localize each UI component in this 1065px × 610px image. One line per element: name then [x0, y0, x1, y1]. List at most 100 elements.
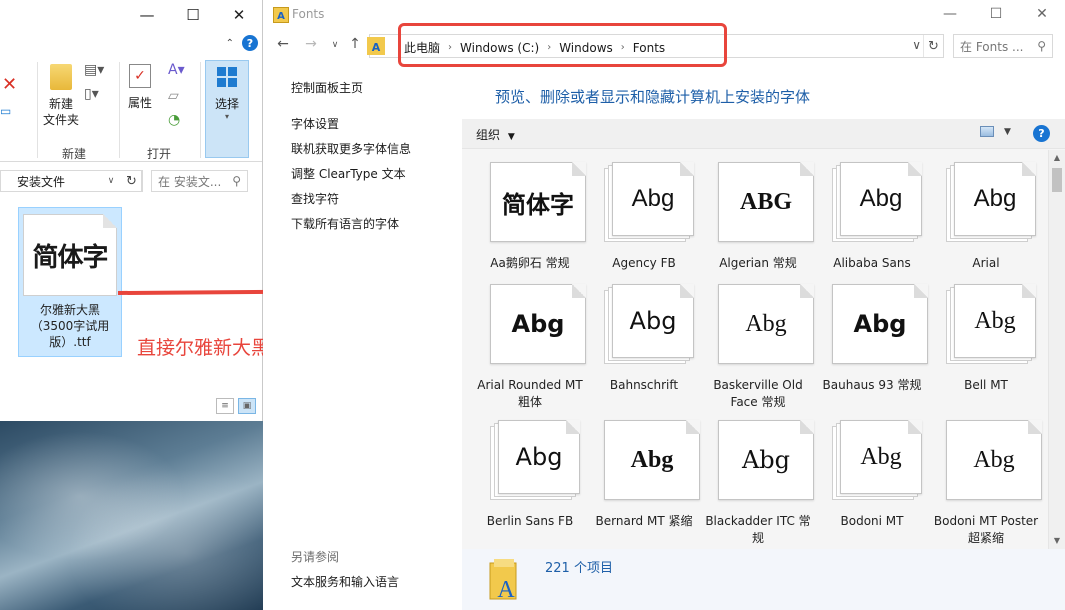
font-item[interactable]: Abg Bernard MT 紧缩 — [590, 420, 700, 530]
font-item[interactable]: Abg Baskerville Old Face 常规 — [704, 284, 814, 411]
new-folder-button[interactable]: 新建 文件夹 — [42, 64, 80, 128]
ribbon: ✕ ▭ 新建 文件夹 ▤▾ ▯▾ 新建 ✓ 属性 A▾ ▱ ◔ 打开 选择 ▾ — [0, 56, 262, 162]
see-also-heading: 另请参阅 — [291, 550, 340, 564]
link-control-panel-home[interactable]: 控制面板主页 — [291, 79, 363, 96]
vertical-scrollbar[interactable]: ▲ ▼ — [1048, 150, 1065, 549]
font-thumbnail: Abg — [946, 162, 1042, 242]
easy-access-button[interactable]: ▯▾ — [84, 86, 99, 102]
close-button[interactable]: ✕ — [1019, 0, 1065, 28]
window-title: Fonts — [292, 7, 325, 21]
back-button[interactable]: ← — [273, 36, 293, 52]
help-icon[interactable]: ? — [1033, 125, 1050, 142]
minimize-button[interactable]: — — [927, 0, 973, 28]
font-sheet: 简体字 — [490, 162, 586, 242]
font-item[interactable]: Abg Alibaba Sans — [818, 162, 926, 272]
chevron-down-icon[interactable]: ∨ — [912, 38, 921, 52]
font-item[interactable]: Abg Berlin Sans FB — [476, 420, 584, 530]
scroll-up-icon[interactable]: ▲ — [1049, 150, 1065, 166]
font-sample-text: Abg — [629, 307, 677, 335]
font-name-label: Alibaba Sans — [833, 256, 911, 270]
minimize-button[interactable]: — — [124, 0, 170, 30]
edit-button[interactable]: ▱ — [168, 88, 179, 104]
ribbon-separator — [37, 62, 38, 158]
font-name-label: Bodoni MT — [840, 514, 904, 528]
font-item[interactable]: Abg Bodoni MT Poster 超紧缩 — [932, 420, 1042, 547]
up-button[interactable]: ↑ — [345, 36, 365, 52]
folder-icon — [50, 64, 72, 90]
font-item[interactable]: Abg Bodoni MT — [818, 420, 926, 530]
forward-button[interactable]: → — [301, 36, 321, 52]
open-button[interactable]: A▾ — [168, 62, 185, 78]
details-view-icon[interactable]: ≡ — [216, 398, 234, 414]
font-item[interactable]: Abg Bahnschrift — [590, 284, 698, 394]
font-sample-text: Abg — [745, 310, 787, 337]
select-button[interactable]: 选择 ▾ — [205, 60, 249, 158]
font-sample-text: Abg — [973, 446, 1015, 473]
font-item[interactable]: Abg Blackadder ITC 常规 — [704, 420, 814, 547]
scroll-down-icon[interactable]: ▼ — [1049, 533, 1065, 549]
font-name-label: Berlin Sans FB — [486, 514, 574, 528]
font-item[interactable]: Abg Bauhaus 93 常规 — [818, 284, 928, 394]
scrollbar-thumb[interactable] — [1052, 168, 1062, 192]
link-download-all-fonts[interactable]: 下载所有语言的字体 — [291, 215, 399, 232]
recent-locations-icon[interactable]: ∨ — [325, 40, 345, 50]
font-item[interactable]: Abg Bell MT — [932, 284, 1040, 394]
organize-button[interactable]: 组织 ▼ — [476, 126, 515, 143]
left-refresh-button[interactable]: ↻ — [121, 170, 143, 192]
search-input[interactable]: 在 Fonts ... ⚲ — [953, 34, 1053, 58]
fonts-folder-icon: A — [273, 7, 289, 23]
font-sample-text: Abg — [631, 185, 675, 212]
font-name-label: Bodoni MT Poster 超紧缩 — [933, 514, 1039, 545]
font-item[interactable]: ABG Algerian 常规 — [704, 162, 814, 272]
fonts-window: A Fonts — ☐ ✕ ← → ∨ ↑ A 此电脑 › Windows (C… — [263, 0, 1065, 610]
easy-access-icon: ▯▾ — [84, 86, 99, 102]
left-search-input[interactable]: 在 安装文... ⚲ — [151, 170, 248, 192]
left-search-placeholder: 在 安装文... — [158, 174, 222, 189]
font-name-label: Bauhaus 93 常规 — [822, 378, 922, 392]
view-icon — [980, 126, 994, 137]
close-button[interactable]: ✕ — [216, 0, 262, 30]
font-sheet: Abg — [612, 162, 694, 236]
dropdown-arrow-icon: ▾ — [224, 112, 229, 121]
font-sample-text: Abg — [974, 307, 1016, 334]
font-item[interactable]: Abg Arial — [932, 162, 1040, 272]
delete-button[interactable]: ✕ — [2, 74, 17, 95]
font-thumbnail: ABG — [718, 162, 814, 242]
ttf-file-item[interactable]: 简体字 尔雅新大黑（3500字试用版）.ttf — [18, 207, 122, 357]
large-icons-view-icon[interactable]: ▣ — [238, 398, 256, 414]
address-highlight-box — [398, 23, 727, 67]
link-text-services[interactable]: 文本服务和输入语言 — [291, 573, 399, 590]
maximize-button[interactable]: ☐ — [170, 0, 216, 30]
refresh-button[interactable]: ↻ — [923, 35, 943, 57]
dropdown-arrow-icon: ▼ — [507, 132, 515, 142]
font-sheet: Abg — [954, 162, 1036, 236]
font-sheet: ABG — [718, 162, 814, 242]
font-thumbnail: Abg — [832, 162, 928, 242]
history-button[interactable]: ◔ — [168, 112, 180, 128]
desktop-wallpaper — [0, 420, 265, 610]
new-item-button[interactable]: ▤▾ — [84, 62, 104, 78]
help-icon[interactable]: ? — [242, 35, 258, 51]
properties-button[interactable]: ✓ 属性 — [128, 64, 152, 111]
toolbar: 组织 ▼ ▼ ? — [462, 119, 1065, 149]
font-item[interactable]: 简体字 Aa鹅卵石 常规 — [476, 162, 586, 272]
chevron-down-icon[interactable]: ∨ — [103, 176, 119, 186]
collapse-ribbon-icon[interactable]: ⌃ — [226, 38, 234, 49]
font-name-label: Blackadder ITC 常规 — [705, 514, 811, 545]
font-list-pane: 组织 ▼ ▼ ? 简体字 Aa鹅卵石 常规 Abg Agency FB ABG Alger… — [462, 119, 1065, 549]
link-get-more-font-info[interactable]: 联机获取更多字体信息 — [291, 140, 411, 157]
font-thumbnail: Abg — [946, 284, 1042, 364]
link-find-character[interactable]: 查找字符 — [291, 190, 339, 207]
link-font-settings[interactable]: 字体设置 — [291, 115, 339, 132]
item-count: 221 个项目 — [545, 561, 613, 576]
maximize-button[interactable]: ☐ — [973, 0, 1019, 28]
link-adjust-cleartype[interactable]: 调整 ClearType 文本 — [291, 165, 406, 182]
task-pane: 控制面板主页 字体设置 联机获取更多字体信息 调整 ClearType 文本 查… — [263, 62, 463, 610]
font-sheet: Abg — [612, 284, 694, 358]
font-sample-text: Abg — [853, 310, 907, 338]
change-view-button[interactable]: ▼ — [980, 126, 1011, 137]
rename-icon[interactable]: ▭ — [0, 104, 11, 118]
font-item[interactable]: Abg Arial Rounded MT 粗体 — [476, 284, 586, 411]
font-item[interactable]: Abg Agency FB — [590, 162, 698, 272]
font-thumbnail: Abg — [718, 420, 814, 500]
